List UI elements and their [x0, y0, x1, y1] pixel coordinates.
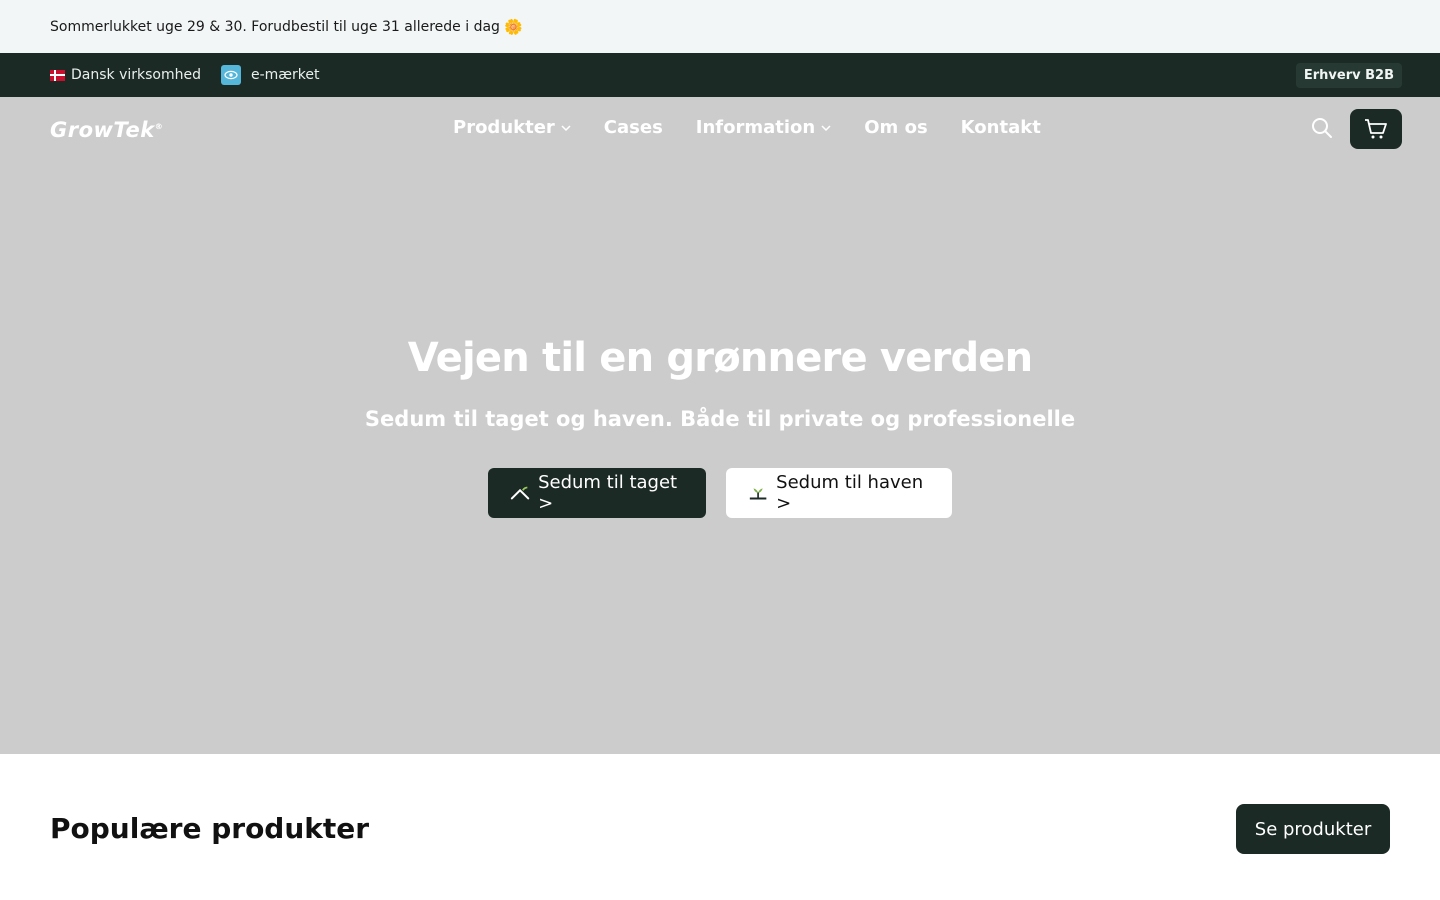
nav-label-om-os: Om os [864, 117, 928, 138]
chevron-down-icon [821, 124, 831, 131]
section-title: Populære produkter [50, 812, 370, 845]
logo-mark: ® [154, 122, 164, 131]
danish-company-badge: Dansk virksomhed [50, 67, 201, 83]
nav-item-om-os[interactable]: Om os [864, 117, 927, 138]
nav-item-kontakt[interactable]: Kontakt [961, 117, 1041, 138]
sprout-icon [749, 488, 767, 500]
top-bar: Dansk virksomhed e-mærket Erhverv B2B [0, 53, 1440, 97]
announcement-bar: Sommerlukket uge 29 & 30. Forudbestil ti… [0, 0, 1440, 53]
see-products-button[interactable]: Se produkter [1236, 804, 1390, 854]
search-icon[interactable] [1311, 117, 1335, 141]
nav-label-information: Information [695, 117, 816, 138]
roof-icon [510, 486, 530, 500]
logo[interactable]: GrowTek® [50, 118, 163, 142]
cart-button[interactable] [1350, 109, 1402, 149]
announcement-text: Sommerlukket uge 29 & 30. Forudbestil ti… [50, 18, 500, 35]
b2b-button[interactable]: Erhverv B2B [1295, 62, 1402, 88]
hero-section: GrowTek® Produkter Cases Information Om … [0, 97, 1440, 754]
danish-company-label: Dansk virksomhed [71, 67, 201, 83]
garden-sedum-label: Sedum til haven > [776, 472, 924, 514]
cart-icon [1365, 119, 1387, 139]
garden-sedum-button[interactable]: Sedum til haven > [726, 468, 952, 518]
chevron-down-icon [561, 124, 571, 131]
hero-title: Vejen til en grønnere verden [407, 335, 1033, 381]
roof-sedum-button[interactable]: Sedum til taget > [488, 468, 706, 518]
logo-text: GrowTek [50, 118, 155, 142]
hero-buttons: Sedum til taget > Sedum til haven > [488, 468, 952, 518]
nav-label-cases: Cases [603, 117, 663, 138]
roof-sedum-label: Sedum til taget > [538, 472, 678, 514]
danish-flag-icon [50, 69, 65, 81]
nav-item-produkter[interactable]: Produkter [453, 117, 571, 138]
emaerket-icon [221, 65, 241, 85]
flower-icon: 🌼 [503, 17, 523, 36]
nav-label-produkter: Produkter [453, 117, 555, 138]
nav-menu: Produkter Cases Information Om os Kontak… [453, 117, 1074, 138]
main-nav: GrowTek® Produkter Cases Information Om … [0, 97, 1440, 161]
nav-label-kontakt: Kontakt [960, 117, 1041, 138]
nav-item-information[interactable]: Information [696, 117, 831, 138]
emaerket-badge[interactable]: e-mærket [221, 65, 320, 85]
emaerket-label: e-mærket [251, 67, 320, 83]
nav-item-cases[interactable]: Cases [604, 117, 663, 138]
hero-subtitle: Sedum til taget og haven. Både til priva… [364, 407, 1076, 431]
